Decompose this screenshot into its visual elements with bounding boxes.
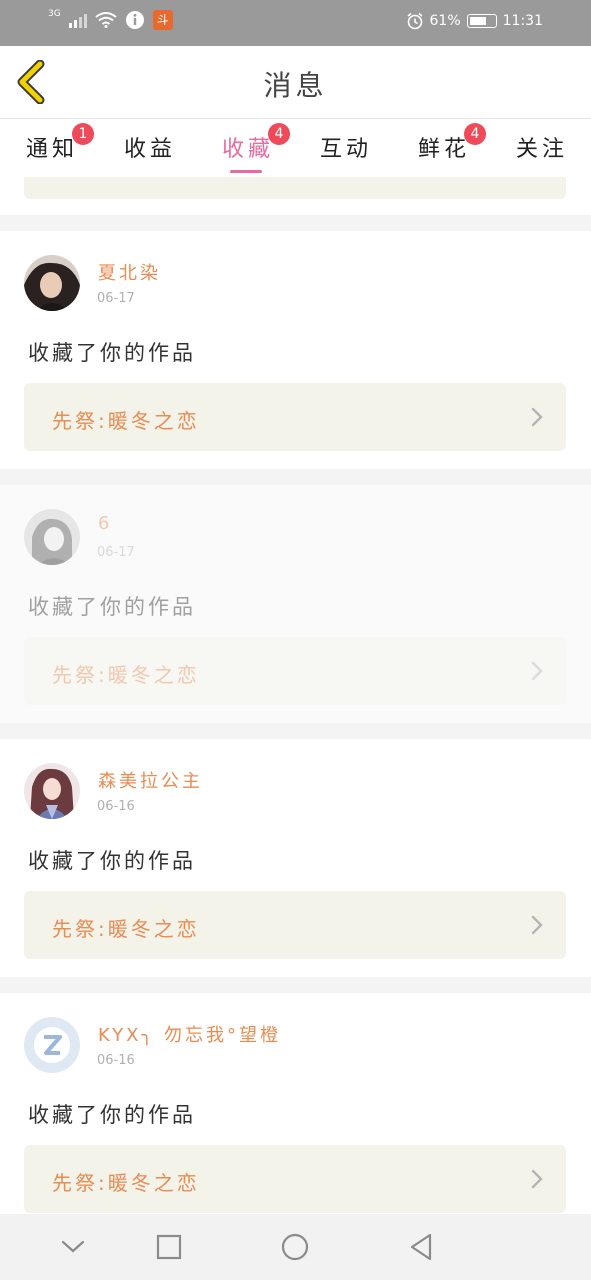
nav-collapse-button[interactable] xyxy=(56,1230,90,1264)
system-nav-bar xyxy=(0,1214,591,1280)
work-link[interactable]: 先祭:暖冬之恋 xyxy=(24,1145,566,1213)
circle-icon xyxy=(281,1233,309,1261)
chevron-right-icon xyxy=(531,1169,543,1189)
username[interactable]: 6 xyxy=(98,513,112,534)
work-link[interactable]: 先祭:暖冬之恋 xyxy=(24,383,566,451)
avatar-image xyxy=(24,509,80,565)
work-title: 先祭:暖冬之恋 xyxy=(52,663,200,687)
work-title: 先祭:暖冬之恋 xyxy=(52,409,200,433)
tab-label: 收益 xyxy=(124,137,177,162)
tab-label: 鲜花 xyxy=(418,137,471,162)
work-link[interactable]: 先祭:暖冬之恋 xyxy=(24,891,566,959)
work-title: 先祭:暖冬之恋 xyxy=(52,1171,200,1195)
active-tab-indicator xyxy=(230,170,262,173)
tab-label: 互动 xyxy=(320,137,373,162)
list-item: 森美拉公主 06-16 收藏了你的作品 先祭:暖冬之恋 xyxy=(0,739,591,977)
avatar-image xyxy=(24,255,80,311)
timestamp: 06-17 xyxy=(97,545,135,560)
action-text: 收藏了你的作品 xyxy=(28,595,196,619)
action-text: 收藏了你的作品 xyxy=(28,1103,196,1127)
tab-label: 收藏 xyxy=(222,137,275,162)
triangle-back-icon xyxy=(410,1233,432,1261)
app-notification-icon: 斗 xyxy=(152,10,173,30)
signal-icon xyxy=(68,14,87,28)
nav-back-button[interactable] xyxy=(404,1230,438,1264)
square-icon xyxy=(156,1234,182,1260)
timestamp: 06-17 xyxy=(97,291,135,306)
chevron-right-icon xyxy=(531,661,543,681)
work-link-partial[interactable] xyxy=(24,177,566,199)
tab-earnings[interactable]: 收益 xyxy=(124,131,176,163)
chevron-right-icon xyxy=(531,407,543,427)
default-avatar-icon xyxy=(24,1017,80,1073)
chevron-down-icon xyxy=(61,1240,85,1253)
avatar[interactable] xyxy=(24,255,80,311)
info-icon xyxy=(125,11,144,29)
unread-badge: 4 xyxy=(464,123,486,145)
battery-percent: 61% xyxy=(429,13,461,29)
header: 消息 xyxy=(0,46,591,119)
tab-label: 通知 xyxy=(26,137,79,162)
network-type-label: 3G xyxy=(48,9,61,19)
list-item: KYX╮ 勿忘我°望橙 06-16 收藏了你的作品 先祭:暖冬之恋 xyxy=(0,993,591,1231)
avatar[interactable] xyxy=(24,763,80,819)
alarm-icon xyxy=(407,12,423,30)
timestamp: 06-16 xyxy=(97,799,135,814)
battery-icon xyxy=(466,14,497,28)
nav-recents-button[interactable] xyxy=(152,1230,186,1264)
avatar[interactable] xyxy=(24,1017,80,1073)
status-bar: 3G 斗 61% 11:31 xyxy=(0,0,591,46)
wifi-icon xyxy=(95,12,117,28)
work-link[interactable]: 先祭:暖冬之恋 xyxy=(24,637,566,705)
list-item xyxy=(0,177,591,215)
list-item: 夏北染 06-17 收藏了你的作品 先祭:暖冬之恋 xyxy=(0,231,591,469)
nav-home-button[interactable] xyxy=(278,1230,312,1264)
tab-notifications[interactable]: 通知 1 xyxy=(26,123,94,163)
avatar-image xyxy=(24,763,80,819)
username[interactable]: 夏北染 xyxy=(98,259,161,285)
tab-flowers[interactable]: 鲜花 4 xyxy=(418,123,486,163)
chevron-right-icon xyxy=(531,915,543,935)
action-text: 收藏了你的作品 xyxy=(28,341,196,365)
page-title: 消息 xyxy=(263,69,328,102)
username[interactable]: KYX╮ 勿忘我°望橙 xyxy=(98,1021,281,1047)
avatar[interactable] xyxy=(24,509,80,565)
unread-badge: 4 xyxy=(268,123,290,145)
tab-interactions[interactable]: 互动 xyxy=(320,131,372,163)
tab-follows[interactable]: 关注 xyxy=(516,131,568,163)
clock: 11:31 xyxy=(502,13,543,29)
username[interactable]: 森美拉公主 xyxy=(98,767,203,793)
tab-label: 关注 xyxy=(516,137,569,162)
tab-favorites[interactable]: 收藏 4 xyxy=(222,123,290,163)
work-title: 先祭:暖冬之恋 xyxy=(52,917,200,941)
action-text: 收藏了你的作品 xyxy=(28,849,196,873)
timestamp: 06-16 xyxy=(97,1053,135,1068)
list-item: 6 06-17 收藏了你的作品 先祭:暖冬之恋 xyxy=(0,485,591,723)
unread-badge: 1 xyxy=(72,123,94,145)
tab-bar: 通知 1 收益 收藏 4 互动 鲜花 4 关注 xyxy=(0,119,591,177)
